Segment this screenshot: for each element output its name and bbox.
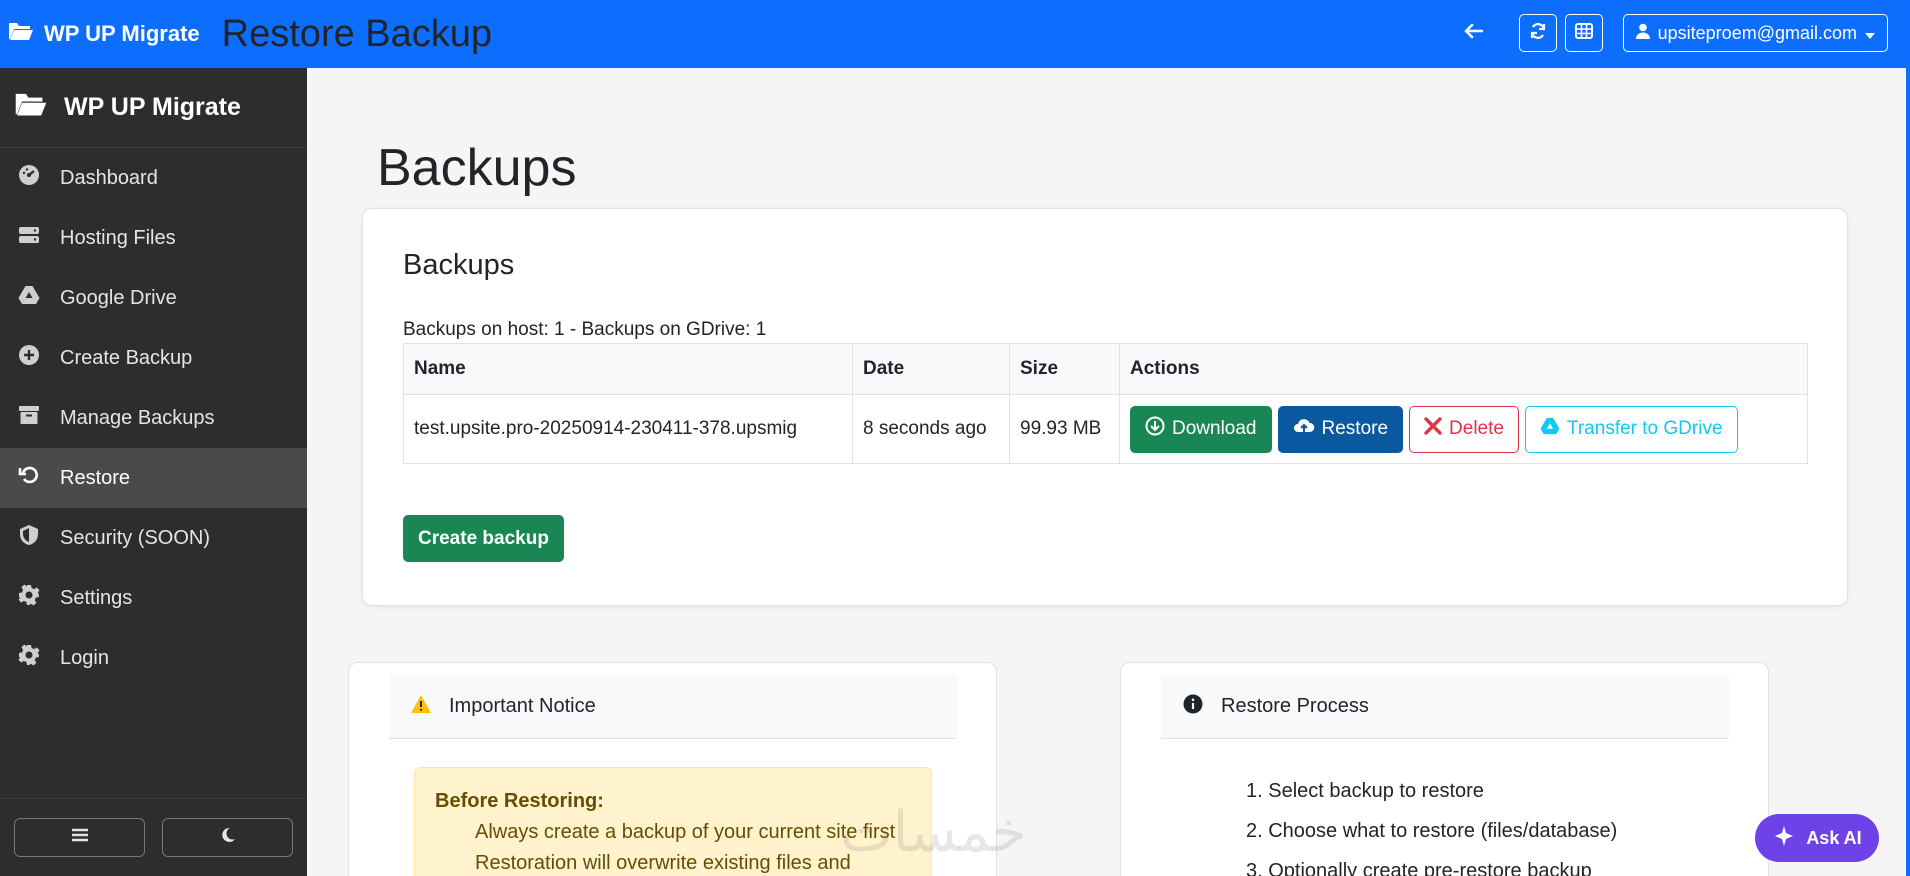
sidebar-item-label: Manage Backups <box>60 406 215 429</box>
navbar-brand[interactable]: WP UP Migrate <box>0 20 200 48</box>
sidebar-item-label: Restore <box>60 466 131 489</box>
warning-icon <box>411 694 431 719</box>
sidebar-item-label: Create Backup <box>60 346 193 369</box>
sidebar-item-login[interactable]: Login <box>0 628 307 688</box>
x-icon <box>1424 417 1442 441</box>
sparkle-icon <box>1772 824 1796 853</box>
sidebar-item-security[interactable]: Security (SOON) <box>0 508 307 568</box>
cloud-upload-icon <box>1293 417 1315 441</box>
ask-ai-button[interactable]: Ask AI <box>1755 814 1879 862</box>
sidebar-item-hosting-files[interactable]: Hosting Files <box>0 208 307 268</box>
restore-process-panel: Restore Process 1. Select backup to rest… <box>1120 662 1769 876</box>
sidebar-item-manage-backups[interactable]: Manage Backups <box>0 388 307 448</box>
backups-card: Backups Backups on host: 1 - Backups on … <box>362 208 1848 606</box>
backups-table: Name Date Size Actions test.upsite.pro-2… <box>403 343 1808 464</box>
process-step: 1. Select backup to restore <box>1246 780 1484 802</box>
sidebar-item-label: Settings <box>60 586 133 609</box>
google-drive-icon <box>18 284 40 312</box>
toggle-sidebar-button[interactable] <box>14 818 145 857</box>
main-content: Backups Backups Backups on host: 1 - Bac… <box>307 68 1906 876</box>
backups-summary: Backups on host: 1 - Backups on GDrive: … <box>403 319 767 340</box>
caret-down-icon <box>1865 23 1875 44</box>
sidebar-item-label: Hosting Files <box>60 226 176 249</box>
ask-ai-label: Ask AI <box>1806 827 1862 848</box>
info-circle-icon <box>1183 694 1203 720</box>
download-button[interactable]: Download <box>1130 405 1272 453</box>
archive-icon <box>18 404 40 432</box>
gear-icon <box>18 584 40 612</box>
back-button[interactable] <box>1451 14 1495 52</box>
delete-button[interactable]: Delete <box>1409 405 1519 453</box>
process-steps: 1. Select backup to restore 2. Choose wh… <box>1246 771 1617 876</box>
sidebar-item-google-drive[interactable]: Google Drive <box>0 268 307 328</box>
backup-actions: Download Restore Delete Transfer to GDri… <box>1119 394 1808 464</box>
restore-label: Restore <box>1321 418 1389 439</box>
arrow-left-icon <box>1463 23 1483 44</box>
download-circle-icon <box>1145 416 1165 442</box>
column-header-size: Size <box>1009 343 1120 395</box>
dark-mode-toggle[interactable] <box>162 818 293 857</box>
google-drive-icon <box>1540 417 1560 441</box>
refresh-icon <box>1529 22 1547 45</box>
notice-title: Important Notice <box>449 695 596 717</box>
card-title: Backups <box>403 249 515 281</box>
user-email: upsiteproem@gmail.com <box>1657 22 1857 43</box>
page-heading: Backups <box>377 139 577 197</box>
column-header-date: Date <box>852 343 1010 395</box>
sidebar-brand-text: WP UP Migrate <box>64 93 241 121</box>
process-title: Restore Process <box>1221 695 1369 717</box>
sidebar-item-label: Login <box>60 646 109 669</box>
table-header-row: Name Date Size Actions <box>403 343 1808 395</box>
sidebar-item-label: Security (SOON) <box>60 526 211 549</box>
sidebar-brand[interactable]: WP UP Migrate <box>0 68 307 148</box>
sidebar-item-label: Google Drive <box>60 286 177 309</box>
plus-circle-icon <box>18 344 40 372</box>
sidebar-item-create-backup[interactable]: Create Backup <box>0 328 307 388</box>
sidebar-item-settings[interactable]: Settings <box>0 568 307 628</box>
column-header-actions: Actions <box>1119 343 1808 395</box>
shield-icon <box>18 524 40 552</box>
sidebar-item-restore[interactable]: Restore <box>0 448 307 508</box>
process-step: 2. Choose what to restore (files/databas… <box>1246 820 1618 842</box>
user-menu-dropdown[interactable]: upsiteproem@gmail.com <box>1622 14 1888 52</box>
undo-icon <box>18 464 40 492</box>
server-icon <box>18 224 40 252</box>
sidebar: WP UP Migrate Dashboard Hosting Files Go… <box>0 68 307 876</box>
sidebar-item-label: Dashboard <box>60 166 158 189</box>
backup-size: 99.93 MB <box>1009 394 1120 464</box>
table-row: test.upsite.pro-20250914-230411-378.upsm… <box>403 394 1808 464</box>
download-label: Download <box>1172 418 1257 439</box>
refresh-button[interactable] <box>1518 14 1557 52</box>
navbar-brand-text: WP UP Migrate <box>44 21 200 46</box>
moon-icon <box>220 827 236 848</box>
user-icon <box>1635 23 1650 44</box>
transfer-label: Transfer to GDrive <box>1566 418 1723 439</box>
column-header-name: Name <box>403 343 853 395</box>
notice-header: Important Notice <box>389 675 957 739</box>
folder-open-icon <box>14 90 48 125</box>
dashboard-icon <box>18 164 40 192</box>
top-navbar: WP UP Migrate Restore Backup upsiteproem… <box>0 0 1910 68</box>
grid-icon <box>1574 22 1593 44</box>
watermark: خمسات <box>840 800 1027 865</box>
restore-button[interactable]: Restore <box>1277 405 1404 453</box>
backup-name: test.upsite.pro-20250914-230411-378.upsm… <box>403 394 853 464</box>
transfer-to-gdrive-button[interactable]: Transfer to GDrive <box>1524 405 1738 453</box>
navbar-tools: upsiteproem@gmail.com <box>1451 14 1888 52</box>
grid-view-button[interactable] <box>1564 14 1603 52</box>
page-title: Restore Backup <box>221 12 493 55</box>
folder-open-icon <box>8 20 34 48</box>
sidebar-item-dashboard[interactable]: Dashboard <box>0 148 307 208</box>
process-header: Restore Process <box>1161 675 1729 739</box>
page-scrollbar[interactable] <box>1906 0 1910 876</box>
create-backup-button[interactable]: Create backup <box>403 515 564 562</box>
process-step: 3. Optionally create pre-restore backup <box>1246 860 1592 876</box>
sidebar-footer <box>0 798 307 876</box>
backup-date: 8 seconds ago <box>852 394 1010 464</box>
gear-icon <box>18 644 40 672</box>
hamburger-icon <box>71 828 88 847</box>
delete-label: Delete <box>1449 418 1504 439</box>
